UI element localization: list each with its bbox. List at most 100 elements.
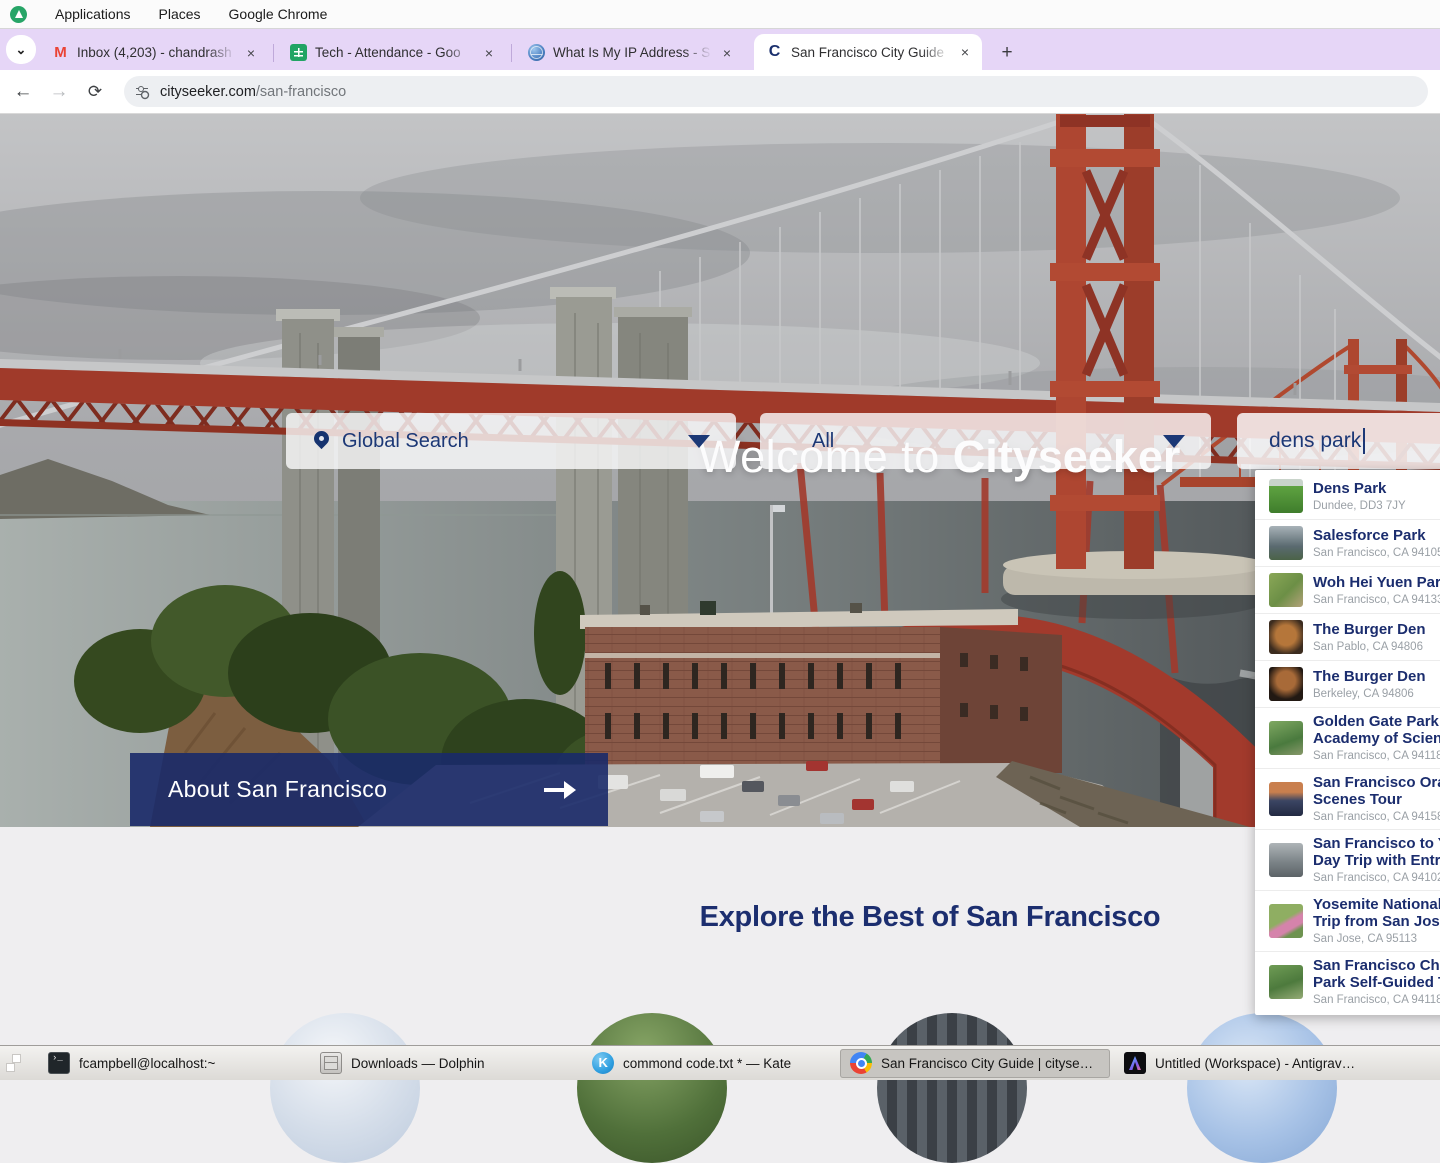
menu-google-chrome[interactable]: Google Chrome	[215, 0, 342, 28]
reload-button[interactable]: ⟳	[78, 70, 112, 113]
text-cursor	[1363, 428, 1365, 454]
globe-icon	[528, 44, 545, 61]
suggestion-item[interactable]: Yosemite National P Trip from San Jose S…	[1255, 891, 1440, 952]
suggestion-title-line2: Scenes Tour	[1313, 792, 1440, 809]
kate-icon	[592, 1052, 614, 1074]
suggestion-item[interactable]: Woh Hei Yuen Park San Francisco, CA 9413…	[1255, 567, 1440, 614]
suggestion-address: San Francisco, CA 94102	[1313, 872, 1440, 884]
suggestion-thumbnail	[1269, 904, 1303, 938]
suggestion-item[interactable]: Salesforce Park San Francisco, CA 94105	[1255, 520, 1440, 567]
suggestion-title: Salesforce Park	[1313, 527, 1426, 544]
suggestion-title: The Burger Den	[1313, 621, 1426, 638]
tab-gmail[interactable]: M Inbox (4,203) - chandrash ×	[40, 35, 268, 70]
search-scope-label: Global Search	[342, 430, 469, 453]
category-circle-4[interactable]	[1187, 1013, 1337, 1163]
cityseeker-icon: C	[766, 44, 783, 61]
suggestion-address: San Jose, CA 95113	[1313, 933, 1440, 945]
suggestion-address: San Francisco, CA 94158	[1313, 811, 1440, 823]
suggestion-item[interactable]: Dens Park Dundee, DD3 7JY	[1255, 473, 1440, 520]
tab-close-icon[interactable]: ×	[718, 44, 736, 62]
tab-close-icon[interactable]: ×	[956, 43, 974, 61]
tab-title: Tech - Attendance - Goo	[315, 45, 474, 60]
browser-toolbar: ← → ⟳ cityseeker.com /san-francisco	[0, 70, 1440, 114]
tab-separator	[511, 44, 512, 62]
terminal-icon	[48, 1052, 70, 1074]
antigravity-icon	[1124, 1052, 1146, 1074]
taskbar-item-dolphin[interactable]: Downloads — Dolphin	[310, 1049, 578, 1078]
suggestion-thumbnail	[1269, 843, 1303, 877]
chevron-down-icon	[1163, 435, 1185, 448]
chevron-down-icon	[688, 435, 710, 448]
suggestion-item[interactable]: The Burger Den San Pablo, CA 94806	[1255, 614, 1440, 661]
taskbar-item-kate[interactable]: commond code.txt * — Kate	[582, 1049, 836, 1078]
tab-strip: ⌄ M Inbox (4,203) - chandrash × Tech - A…	[0, 28, 1440, 70]
category-circle-1[interactable]	[270, 1013, 420, 1163]
arrow-right-icon	[544, 779, 576, 801]
search-suggestions-panel: Dens Park Dundee, DD3 7JY Salesforce Par…	[1255, 470, 1440, 1015]
taskbar: fcampbell@localhost:~ Downloads — Dolphi…	[0, 1045, 1440, 1080]
suggestion-title-line2: Day Trip with Entry	[1313, 853, 1440, 870]
tab-title: San Francisco City Guide	[791, 45, 950, 60]
forward-button[interactable]: →	[42, 70, 76, 113]
taskbar-item-title: San Francisco City Guide | cityseeke...	[881, 1056, 1100, 1071]
suggestion-address: San Francisco, CA 94118	[1313, 750, 1440, 762]
suggestion-item[interactable]: San Francisco Chro Park Self-Guided T Sa…	[1255, 952, 1440, 1012]
category-label: All	[812, 430, 834, 453]
suggestion-title: San Francisco to Y	[1313, 836, 1440, 853]
suggestion-title: Woh Hei Yuen Park	[1313, 574, 1440, 591]
taskbar-item-title: fcampbell@localhost:~	[79, 1056, 215, 1071]
suggestion-item[interactable]: San Francisco to Y Day Trip with Entry S…	[1255, 830, 1440, 891]
tab-whatismyip[interactable]: What Is My IP Address - S ×	[516, 35, 744, 70]
address-bar[interactable]: cityseeker.com /san-francisco	[124, 76, 1428, 107]
google-sheets-icon	[290, 44, 307, 61]
suggestion-item[interactable]: The Burger Den Berkeley, CA 94806	[1255, 661, 1440, 708]
taskbar-item-chrome-active[interactable]: San Francisco City Guide | cityseeke...	[840, 1049, 1110, 1078]
new-tab-button[interactable]: +	[994, 40, 1020, 66]
search-query-input[interactable]: dens park	[1237, 413, 1440, 469]
url-host: cityseeker.com	[160, 84, 256, 100]
suggestion-thumbnail	[1269, 965, 1303, 999]
suggestion-title: San Francisco Chro	[1313, 958, 1440, 975]
tab-search-button[interactable]: ⌄	[6, 35, 36, 64]
menu-applications[interactable]: Applications	[41, 0, 145, 28]
suggestion-thumbnail	[1269, 667, 1303, 701]
suggestion-thumbnail	[1269, 782, 1303, 816]
tab-cityseeker-active[interactable]: C San Francisco City Guide ×	[754, 34, 982, 70]
tab-close-icon[interactable]: ×	[480, 44, 498, 62]
category-circle-3[interactable]	[877, 1013, 1027, 1163]
category-dropdown[interactable]: All	[760, 413, 1211, 469]
suggestion-thumbnail	[1269, 526, 1303, 560]
tab-sheets[interactable]: Tech - Attendance - Goo ×	[278, 35, 506, 70]
suggestion-address: Berkeley, CA 94806	[1313, 688, 1426, 700]
taskbar-item-title: commond code.txt * — Kate	[623, 1056, 791, 1071]
suggestion-item[interactable]: Golden Gate Park T Academy of Scienc San…	[1255, 708, 1440, 769]
back-button[interactable]: ←	[6, 70, 40, 113]
suggestion-item[interactable]: San Francisco Orac Scenes Tour San Franc…	[1255, 769, 1440, 830]
menu-places[interactable]: Places	[145, 0, 215, 28]
site-settings-icon[interactable]	[136, 86, 150, 98]
suggestion-thumbnail	[1269, 479, 1303, 513]
suggestion-title: Yosemite National P	[1313, 897, 1440, 914]
taskbar-item-antigravity[interactable]: Untitled (Workspace) - Antigravity -...	[1114, 1049, 1368, 1078]
distro-logo-icon[interactable]	[10, 6, 27, 23]
category-circle-2[interactable]	[577, 1013, 727, 1163]
suggestion-address: San Francisco, CA 94105	[1313, 547, 1440, 559]
dolphin-icon	[320, 1052, 342, 1074]
about-san-francisco-button[interactable]: About San Francisco	[130, 753, 608, 826]
workspace-pager-icon[interactable]	[6, 1053, 26, 1073]
chrome-icon	[850, 1052, 872, 1074]
about-label: About San Francisco	[168, 776, 387, 803]
tab-title: Inbox (4,203) - chandrash	[77, 45, 236, 60]
suggestion-thumbnail	[1269, 721, 1303, 755]
taskbar-item-terminal[interactable]: fcampbell@localhost:~	[38, 1049, 306, 1078]
suggestion-title-line2: Park Self-Guided T	[1313, 975, 1440, 992]
tab-close-icon[interactable]: ×	[242, 44, 260, 62]
suggestion-title-line2: Trip from San Jose	[1313, 914, 1440, 931]
tab-separator	[273, 44, 274, 62]
suggestion-address: San Pablo, CA 94806	[1313, 641, 1426, 653]
explore-heading: Explore the Best of San Francisco	[700, 901, 1161, 934]
search-scope-dropdown[interactable]: Global Search	[286, 413, 736, 469]
suggestion-title: Golden Gate Park T	[1313, 714, 1440, 731]
desktop-menubar: Applications Places Google Chrome	[0, 0, 1440, 29]
hero-banner: Welcome to Cityseeker Global Search All …	[0, 113, 1440, 827]
